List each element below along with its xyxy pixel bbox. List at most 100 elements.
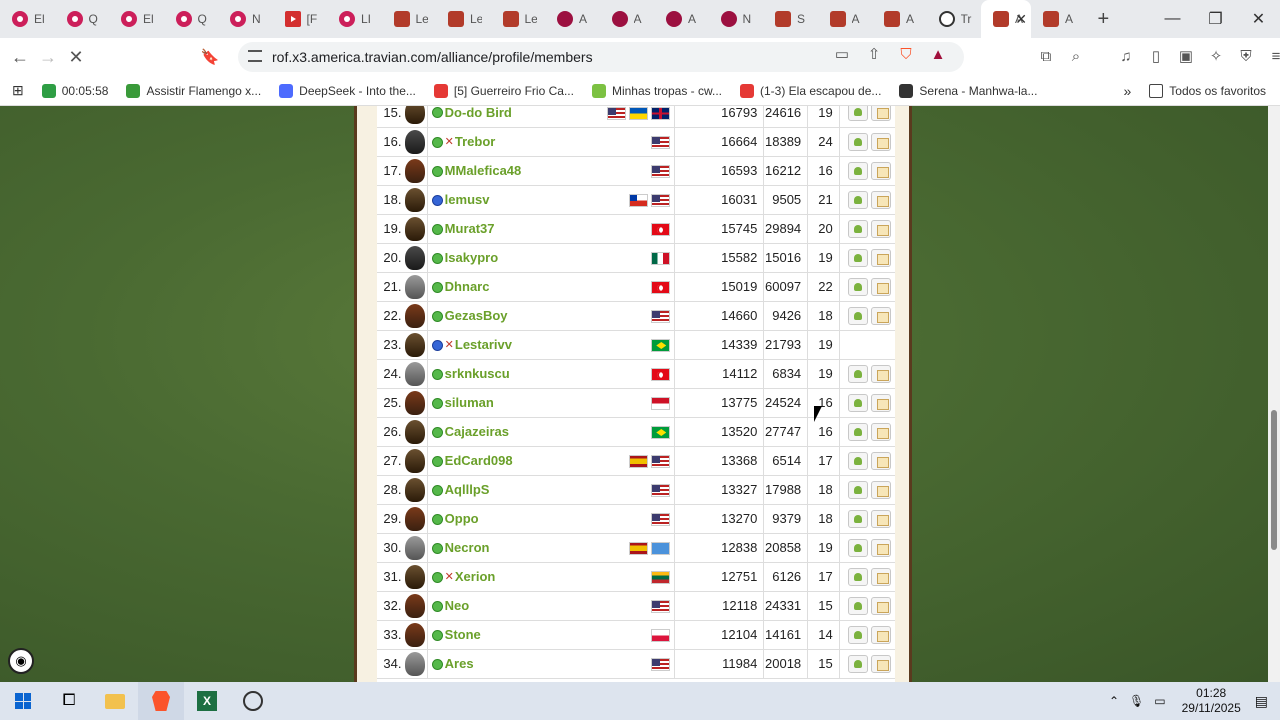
bookmark-item[interactable]: Assistir Flamengo x... bbox=[126, 83, 261, 98]
player-name-link[interactable]: Do-do Bird bbox=[445, 106, 512, 120]
player-name-link[interactable]: Neo bbox=[445, 599, 470, 614]
player-name-link[interactable]: siluman bbox=[445, 396, 494, 411]
player-report-button[interactable] bbox=[870, 393, 891, 412]
player-report-button[interactable] bbox=[870, 190, 891, 209]
player-name-link[interactable]: Ares bbox=[445, 657, 474, 672]
menu-icon[interactable]: ≡ bbox=[1266, 46, 1280, 66]
send-message-button[interactable] bbox=[847, 509, 868, 528]
back-button[interactable]: ← bbox=[6, 47, 34, 68]
scroll-thumb[interactable] bbox=[1271, 410, 1277, 550]
app-clock-icon[interactable] bbox=[230, 682, 276, 720]
send-message-button[interactable] bbox=[847, 306, 868, 325]
bookmark-item[interactable]: 00:05:58 bbox=[41, 83, 108, 98]
player-report-button[interactable] bbox=[870, 306, 891, 325]
player-report-button[interactable] bbox=[870, 596, 891, 615]
excel-icon[interactable]: X bbox=[184, 682, 230, 720]
tab-2[interactable]: Q bbox=[55, 0, 110, 38]
send-message-button[interactable] bbox=[847, 480, 868, 499]
tab-9[interactable]: Le bbox=[436, 0, 491, 38]
send-message-button[interactable] bbox=[847, 538, 868, 557]
player-report-button[interactable] bbox=[870, 132, 891, 151]
tab-17[interactable]: A bbox=[872, 0, 927, 38]
tab-13[interactable]: A bbox=[654, 0, 709, 38]
media-icon[interactable]: ♫ bbox=[1116, 46, 1136, 66]
leo-ai-icon[interactable]: ✧ bbox=[1206, 46, 1226, 66]
player-report-button[interactable] bbox=[870, 219, 891, 238]
file-explorer-icon[interactable] bbox=[92, 682, 138, 720]
battery-icon[interactable]: ▭ bbox=[1154, 694, 1165, 708]
send-message-button[interactable] bbox=[847, 106, 868, 122]
tab-14[interactable]: N bbox=[709, 0, 764, 38]
tab-12[interactable]: A bbox=[600, 0, 655, 38]
send-message-button[interactable] bbox=[847, 219, 868, 238]
tab-8[interactable]: Le bbox=[382, 0, 437, 38]
player-report-button[interactable] bbox=[870, 567, 891, 586]
player-name-link[interactable]: Xerion bbox=[455, 570, 495, 585]
send-message-button[interactable] bbox=[847, 161, 868, 180]
player-name-link[interactable]: srknkuscu bbox=[445, 367, 510, 382]
notifications-icon[interactable]: ▤ bbox=[1255, 693, 1268, 710]
send-message-button[interactable] bbox=[847, 277, 868, 296]
player-name-link[interactable]: Cajazeiras bbox=[445, 425, 509, 440]
close-tab-icon[interactable]: ✕ bbox=[1015, 11, 1027, 28]
site-info-icon[interactable] bbox=[248, 50, 262, 62]
player-report-button[interactable] bbox=[870, 451, 891, 470]
cookie-settings-icon[interactable]: ◉ bbox=[8, 648, 34, 674]
bookmark-item[interactable]: [5] Guerreiro Frio Ca... bbox=[433, 83, 574, 98]
new-tab-button[interactable]: + bbox=[1098, 8, 1110, 31]
tab-4[interactable]: Q bbox=[164, 0, 219, 38]
player-report-button[interactable] bbox=[870, 277, 891, 296]
player-name-link[interactable]: Murat37 bbox=[445, 222, 495, 237]
player-report-button[interactable] bbox=[870, 248, 891, 267]
player-name-link[interactable]: MMalefica48 bbox=[445, 164, 522, 179]
apps-grid-icon[interactable]: ⊞ bbox=[12, 82, 24, 99]
extensions-icon[interactable]: ⧉ bbox=[1036, 46, 1056, 66]
more-bookmarks-icon[interactable]: » bbox=[1123, 83, 1131, 99]
send-message-button[interactable] bbox=[847, 190, 868, 209]
brave-browser-icon[interactable] bbox=[138, 682, 184, 720]
tab-20[interactable]: A bbox=[1031, 0, 1086, 38]
send-message-button[interactable] bbox=[847, 625, 868, 644]
tab-3[interactable]: El bbox=[109, 0, 164, 38]
close-window-icon[interactable]: ✕ bbox=[1237, 0, 1280, 38]
microphone-icon[interactable]: 🎙 bbox=[1129, 694, 1144, 708]
forward-button[interactable]: → bbox=[34, 47, 62, 68]
bookmark-item[interactable]: DeepSeek - Into the... bbox=[279, 83, 416, 98]
tab-10[interactable]: Le bbox=[491, 0, 546, 38]
tab-7[interactable]: LI bbox=[327, 0, 382, 38]
brave-rewards-icon[interactable]: ▲ bbox=[928, 44, 948, 64]
player-report-button[interactable] bbox=[870, 422, 891, 441]
clock[interactable]: 01:28 29/11/2025 bbox=[1182, 686, 1241, 716]
tab-15[interactable]: S bbox=[763, 0, 818, 38]
send-message-button[interactable] bbox=[847, 422, 868, 441]
start-button[interactable] bbox=[0, 682, 46, 720]
tab-search-icon[interactable]: ⌕ bbox=[1066, 46, 1086, 66]
player-name-link[interactable]: Lestarivv bbox=[455, 338, 512, 353]
bookmark-item[interactable]: Minhas tropas - cw... bbox=[591, 83, 722, 98]
brave-shields-icon[interactable]: ⛉ bbox=[896, 44, 916, 64]
bookmark-page-button[interactable]: 🔖 bbox=[196, 48, 224, 66]
player-report-button[interactable] bbox=[870, 364, 891, 383]
install-app-icon[interactable]: ▭ bbox=[832, 44, 852, 64]
tab-11[interactable]: A bbox=[545, 0, 600, 38]
send-message-button[interactable] bbox=[847, 596, 868, 615]
chevron-up-icon[interactable]: ⌃ bbox=[1109, 694, 1119, 708]
minimize-icon[interactable]: — bbox=[1151, 0, 1194, 38]
player-name-link[interactable]: Stone bbox=[445, 628, 481, 643]
send-message-button[interactable] bbox=[847, 451, 868, 470]
player-name-link[interactable]: GezasBoy bbox=[445, 309, 508, 324]
player-report-button[interactable] bbox=[870, 161, 891, 180]
player-name-link[interactable]: AqlllpS bbox=[445, 483, 490, 498]
sidebar-icon[interactable]: ▯ bbox=[1146, 46, 1166, 66]
tab-1[interactable]: El bbox=[0, 0, 55, 38]
send-message-button[interactable] bbox=[847, 567, 868, 586]
player-name-link[interactable]: Necron bbox=[445, 541, 490, 556]
tab-18[interactable]: Tr bbox=[927, 0, 982, 38]
player-name-link[interactable]: Trebor bbox=[455, 135, 495, 150]
tab-6[interactable]: [F bbox=[273, 0, 328, 38]
player-report-button[interactable] bbox=[870, 509, 891, 528]
task-view-icon[interactable]: ⧠ bbox=[46, 682, 92, 720]
send-message-button[interactable] bbox=[847, 248, 868, 267]
restore-icon[interactable]: ❐ bbox=[1194, 0, 1237, 38]
stop-loading-button[interactable]: ✕ bbox=[62, 47, 90, 68]
